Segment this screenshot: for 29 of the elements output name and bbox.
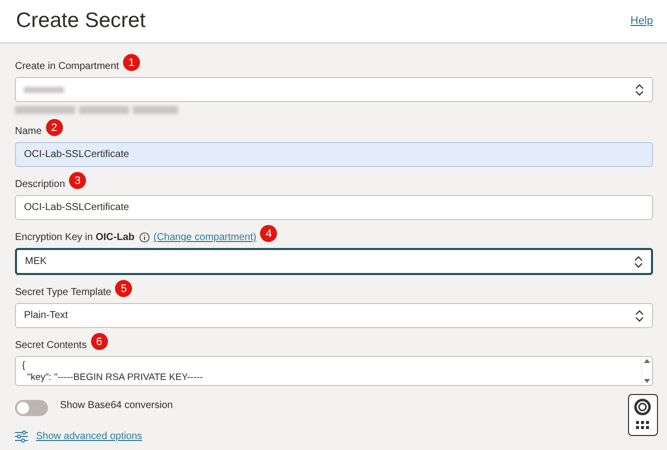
- callout-badge: 3: [69, 172, 86, 189]
- select-field[interactable]: MEK: [15, 248, 653, 275]
- field-label: Description: [15, 179, 66, 190]
- field-label: Encryption Key in OIC-Lab: [15, 232, 134, 243]
- chevron-icon: [635, 84, 644, 96]
- help-link[interactable]: Help: [630, 15, 653, 27]
- help-widget[interactable]: [628, 394, 658, 436]
- page-title: Create Secret: [16, 9, 146, 33]
- field-label: Secret Contents: [15, 340, 87, 351]
- field-label: Secret Type Template: [15, 287, 112, 298]
- toggle-label: Show Base64 conversion: [60, 400, 173, 411]
- change-compartment-link[interactable]: (Change compartment): [154, 232, 256, 243]
- callout-badge: 1: [122, 54, 140, 71]
- toggle-switch[interactable]: [15, 400, 48, 416]
- input-field[interactable]: OCI-Lab-SSLCertificate: [15, 195, 653, 220]
- select-field[interactable]: [15, 77, 653, 102]
- chevron-icon: [635, 310, 644, 322]
- callout-badge: 2: [46, 119, 63, 136]
- callout-badge: 4: [260, 225, 278, 242]
- field-label: Name: [15, 126, 42, 137]
- sliders-icon: [15, 430, 28, 443]
- select-field[interactable]: Plain-Text: [15, 303, 653, 328]
- advanced-options-link[interactable]: Show advanced options: [36, 431, 142, 442]
- chevron-icon: [634, 256, 643, 268]
- input-field[interactable]: OCI-Lab-SSLCertificate: [15, 142, 653, 167]
- info-icon[interactable]: [138, 232, 150, 243]
- field-label: Create in Compartment: [15, 61, 119, 72]
- callout-badge: 5: [115, 280, 132, 297]
- callout-badge: 6: [90, 333, 108, 350]
